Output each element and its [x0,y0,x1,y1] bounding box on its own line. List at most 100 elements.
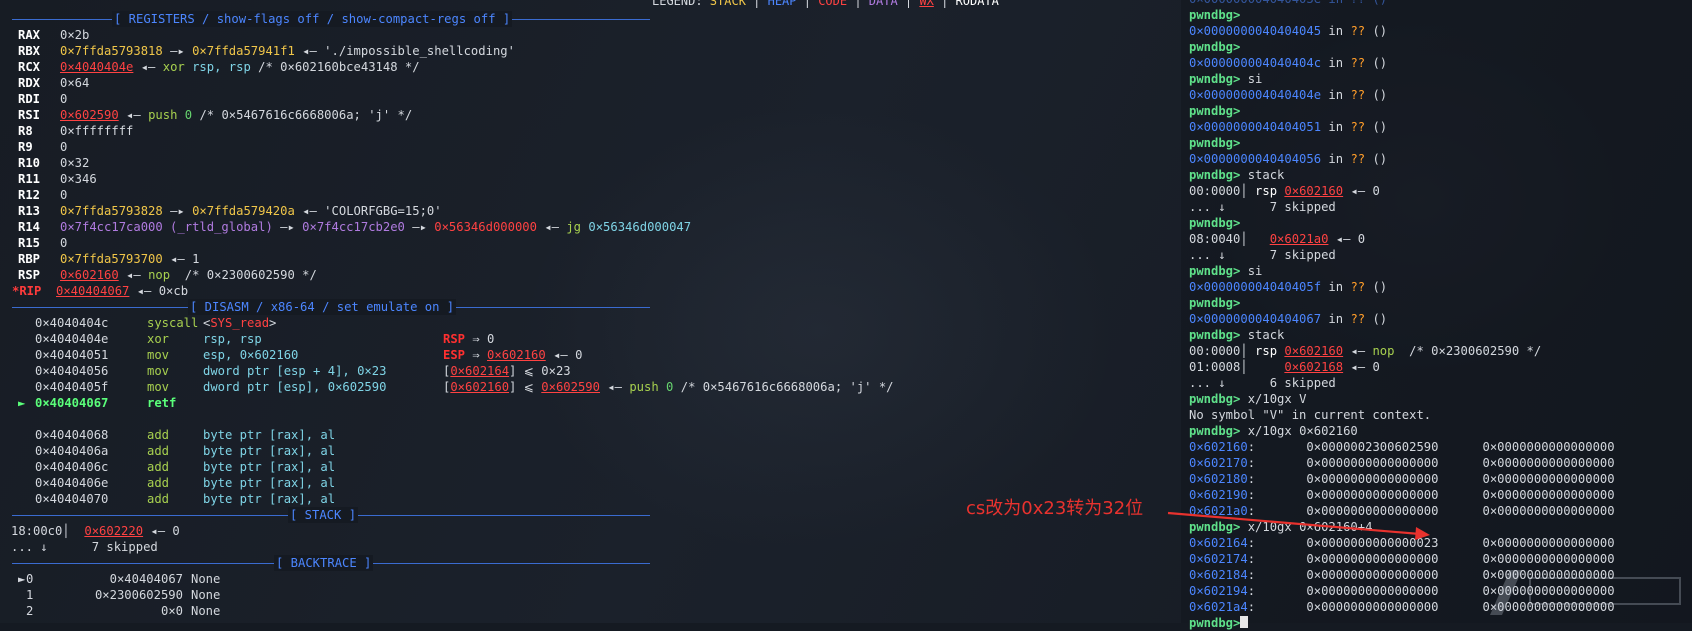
console-address: 0×6021a4 [1189,600,1248,614]
console-address: 0×6021a0 [1189,504,1248,518]
disasm-row[interactable]: ► 0×40404067 retf [0,395,443,411]
disasm-row[interactable]: 0×4040404e xor rsp, rsp RSP ⇒ 0 [0,331,494,347]
gdb-prompt: pwndbg> [1189,8,1241,22]
console-text: in [1321,56,1351,70]
register-name: *RIP [12,284,42,298]
register-value: 0×7ffda5793828 [60,204,163,218]
emulation-text: ] ⩽ 0×23 [509,364,571,378]
register-name: RSI [18,108,41,122]
instruction-address: 0×4040406a [35,444,109,458]
register-name: R9 [18,140,33,154]
disasm-row[interactable]: 0×4040405f mov dword ptr [esp], 0×602590 [0… [0,379,894,395]
disasm-row[interactable]: 0×4040406a add byte ptr [rax], al [0,443,443,459]
register-value: 0 [60,236,68,250]
instruction-operands: byte ptr [rax], al [203,459,443,475]
disasm-row[interactable]: 0×40404068 add byte ptr [rax], al [0,427,443,443]
register-row: R12 0 [0,187,67,203]
console-line: pwndbg> [1189,615,1249,631]
console-line: No symbol "V" in current context. [1189,407,1431,423]
register-row: R10 0×32 [0,155,89,171]
console-line: pwndbg> [1189,135,1240,151]
console-address: 0×0000000040404051 [1189,120,1322,134]
instruction-address: 0×4040406c [35,460,109,474]
frame-marker: ► [18,572,26,586]
operand: > [269,316,277,330]
pwndbg-context-pane[interactable]: [ REGISTERS / show-flags off / show-comp… [0,0,1180,623]
disasm-row[interactable]: 0×40404070 add byte ptr [rax], al [0,491,443,507]
console-text: ?? [1350,312,1366,326]
disasm-row[interactable]: 0×4040404c syscall <SYS_read> [0,315,443,331]
console-address: 0×000000004040404e [1189,88,1322,102]
register-row: RSI 0×602590 ◂— push 0 /* 0×5467616c66680… [0,107,412,123]
emulation-text: /* 0×5467616c6668006a; 'j' */ [673,380,894,394]
console-text: () [1365,312,1388,326]
register-row: R13 0×7ffda5793828 —▸ 0×7ffda579420a ◂— '… [0,203,442,219]
stack-text: 0×602220 [84,524,144,538]
instruction-operands: byte ptr [rax], al [203,475,443,491]
register-value: ◂— [536,220,567,234]
operand: rsp, rsp [203,332,262,346]
legend-separator: | [745,0,768,8]
console-text: in [1321,120,1351,134]
console-text: ?? [1350,120,1366,134]
register-name: RAX [18,28,41,42]
gdb-prompt: pwndbg> [1189,40,1241,54]
stack-text: ◂— 0 [143,524,180,538]
register-value: 0×602590 [60,108,119,122]
terminal-cursor [1240,616,1249,628]
console-address: 0×000000004040405f [1189,280,1322,294]
legend-separator: | [796,0,819,8]
console-line: pwndbg> [1189,103,1240,119]
gdb-prompt: pwndbg> [1189,104,1241,118]
frame-symbol: None [191,572,221,586]
disasm-row[interactable]: 0×4040406e add byte ptr [rax], al [0,475,443,491]
watermark-logo [1490,570,1681,615]
register-row: RDX 0×64 [0,75,89,91]
console-line: pwndbg> si [1189,263,1262,279]
gdb-prompt: pwndbg> [1189,136,1241,150]
instruction-address: 0×40404067 [35,396,109,410]
console-line: 0×602160: 0×0000002300602590 0×000000000… [1189,439,1615,455]
console-line: 0×602190: 0×0000000000000000 0×000000000… [1189,487,1615,503]
console-text: stack [1240,328,1285,342]
console-line: 01:0008│ 0×602168 ◂— 0 [1189,359,1380,375]
console-line: 00:0000│ rsp 0×602160 ◂— 0 [1189,183,1380,199]
disasm-row[interactable]: 0×40404056 mov dword ptr [esp + 4], 0×23 [0… [0,363,571,379]
register-name: RSP [18,268,41,282]
console-text: ?? [1350,152,1366,166]
register-value: ◂— [118,268,149,282]
gdb-console-pane[interactable]: 0×000000004040403e in ?? () pwndbg> 0×0000… [1181,0,1692,630]
disasm-row[interactable]: 0×4040406c add byte ptr [rax], al [0,459,443,475]
console-text: ... ↓ 7 skipped [1189,200,1336,214]
console-text: ... ↓ 6 skipped [1189,376,1336,390]
gdb-prompt: pwndbg> [1189,520,1241,534]
legend-separator: | [847,0,869,8]
operand: byte ptr [rax], al [203,460,336,474]
register-value: ◂— [133,60,163,74]
register-name: R8 [18,124,33,138]
console-line: pwndbg> [1189,215,1240,231]
emulation-annotation: [0×602160] ⩽ 0×602590 ◂— push 0 /* 0×546… [443,380,894,394]
console-text: ?? [1350,280,1366,294]
console-line: 0×602180: 0×0000000000000000 0×000000000… [1189,471,1615,487]
instruction-mnemonic: mov [147,348,170,362]
disasm-row[interactable]: 0×40404051 mov esp, 0×602160 ESP ⇒ 0×602160… [0,347,582,363]
backtrace-row: 1 0×2300602590 None [0,587,220,603]
console-line: pwndbg> stack [1189,167,1284,183]
register-value: 0×7f4cc17ca000 (_rtld_global) [60,220,273,234]
console-line: ... ↓ 6 skipped [1189,375,1336,391]
register-value: 0×346 [60,172,97,186]
gdb-prompt: pwndbg> [1189,296,1241,310]
operand: esp, [203,348,240,362]
operand: byte ptr [rax], al [203,476,336,490]
register-name: R14 [18,220,41,234]
console-text: 0×000000004040403e in ?? () [1189,0,1387,6]
instruction-mnemonic: syscall [147,316,199,330]
emulation-annotation: [0×602164] ⩽ 0×23 [443,364,571,378]
console-address: 0×602180 [1189,472,1248,486]
emulation-annotation: ESP ⇒ 0×602160 ◂— 0 [443,348,582,362]
console-address: 0×602190 [1189,488,1248,502]
register-value: ◂— [118,108,149,122]
register-name: RDI [18,92,41,106]
instruction-address: 0×4040404c [35,316,109,330]
